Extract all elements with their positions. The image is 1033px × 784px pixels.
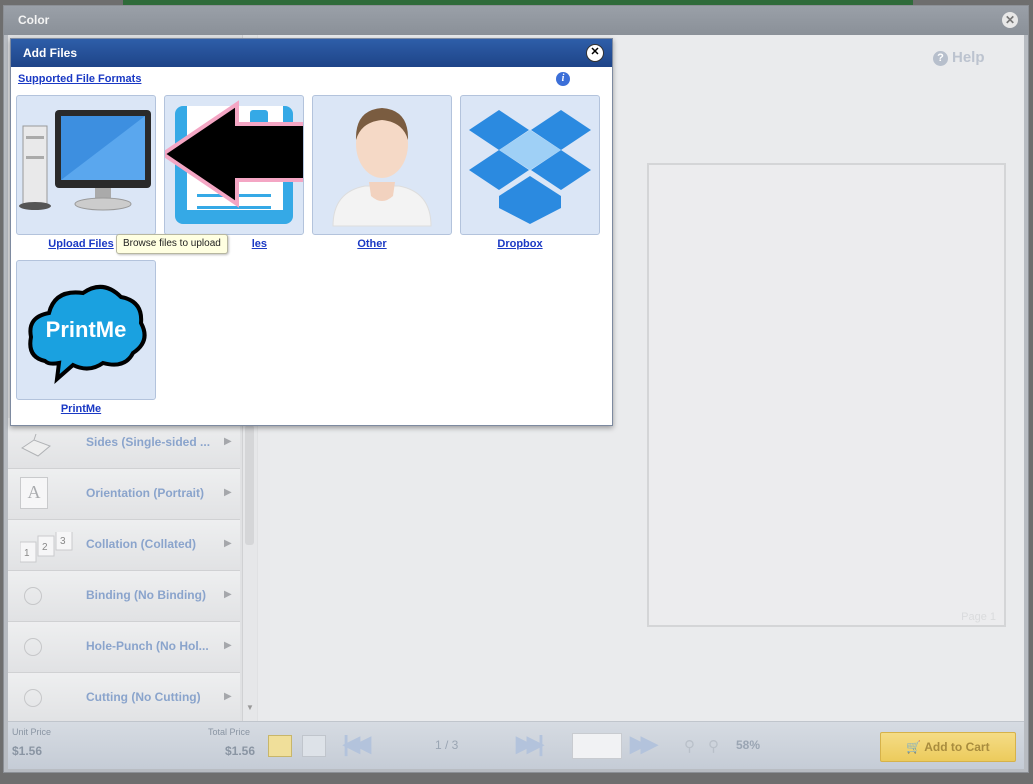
files-tile[interactable] xyxy=(164,95,304,235)
orientation-icon: A xyxy=(20,477,48,509)
option-cutting[interactable]: Cutting (No Cutting) ▶ xyxy=(8,673,240,724)
svg-text:1: 1 xyxy=(24,548,30,559)
document-files-icon xyxy=(165,100,303,224)
upload-tooltip: Browse files to upload xyxy=(116,234,228,254)
page-label: Page 1 xyxy=(961,611,996,623)
printme-label[interactable]: PrintMe xyxy=(11,403,151,415)
svg-text:3: 3 xyxy=(60,536,66,547)
option-orientation[interactable]: A Orientation (Portrait) ▶ xyxy=(8,469,240,520)
window-close-icon[interactable]: ✕ xyxy=(1002,12,1018,28)
question-icon: ? xyxy=(933,51,948,66)
radio-circle-icon xyxy=(20,583,48,611)
option-collation-label: Collation (Collated) xyxy=(86,537,196,551)
option-hole-punch-label: Hole-Punch (No Hol... xyxy=(86,639,209,653)
chevron-right-icon: ▶ xyxy=(224,538,232,549)
info-icon[interactable]: i xyxy=(556,72,570,86)
option-sides-label: Sides (Single-sided ... xyxy=(86,435,211,449)
add-to-cart-label: Add to Cart xyxy=(924,740,990,754)
option-collation[interactable]: 1 2 3 Collation (Collated) ▶ xyxy=(8,520,240,571)
dropbox-label[interactable]: Dropbox xyxy=(450,238,590,250)
last-page-icon[interactable]: ▶▶| xyxy=(516,731,544,757)
other-label[interactable]: Other xyxy=(302,238,442,250)
dropbox-icon xyxy=(469,110,591,224)
total-price: $1.56 xyxy=(225,744,256,758)
option-binding-label: Binding (No Binding) xyxy=(86,588,206,602)
upload-files-tile[interactable] xyxy=(16,95,156,235)
dialog-title: Add Files xyxy=(23,46,78,60)
scroll-down-icon[interactable]: ▼ xyxy=(246,703,254,712)
radio-circle-icon xyxy=(20,634,48,662)
option-orientation-label: Orientation (Portrait) xyxy=(86,486,205,500)
svg-text:PrintMe: PrintMe xyxy=(46,317,127,342)
page-number-input[interactable] xyxy=(572,733,622,759)
window-titlebar: Color ✕ xyxy=(4,6,1028,35)
other-tile[interactable] xyxy=(312,95,452,235)
grid-view-button[interactable] xyxy=(302,735,326,757)
footer-bar: Unit Price $1.56 Total Price $1.56 |◀◀ 1… xyxy=(8,721,1024,769)
scrollbar-thumb[interactable] xyxy=(245,425,254,545)
chevron-right-icon: ▶ xyxy=(224,487,232,498)
option-binding[interactable]: Binding (No Binding) ▶ xyxy=(8,571,240,622)
printme-tile[interactable]: PrintMe xyxy=(16,260,156,400)
collation-icon: 1 2 3 xyxy=(19,529,73,563)
zoom-in-icon[interactable]: ⚲ xyxy=(684,737,695,755)
window-title: Color xyxy=(18,13,50,27)
sides-icon xyxy=(20,430,51,458)
chevron-right-icon: ▶ xyxy=(224,640,232,651)
zoom-out-icon[interactable]: ⚲ xyxy=(708,737,719,755)
dialog-close-icon[interactable]: ✕ xyxy=(586,44,604,62)
supported-formats-link[interactable]: Supported File Formats xyxy=(18,73,141,85)
page-preview: Page 1 xyxy=(647,163,1006,627)
page-count: 1 / 3 xyxy=(435,738,459,752)
single-page-view-button[interactable] xyxy=(268,735,292,757)
first-page-icon[interactable]: |◀◀ xyxy=(343,731,371,757)
dropbox-tile[interactable] xyxy=(460,95,600,235)
unit-price-label: Unit Price xyxy=(12,727,52,737)
total-price-label: Total Price xyxy=(208,727,251,737)
go-page-icon[interactable]: ▶▶ xyxy=(630,731,658,757)
option-hole-punch[interactable]: Hole-Punch (No Hol... ▶ xyxy=(8,622,240,673)
chevron-right-icon: ▶ xyxy=(224,691,232,702)
help-label: Help xyxy=(952,49,985,66)
chevron-right-icon: ▶ xyxy=(224,436,232,447)
printme-cloud-icon: PrintMe xyxy=(28,285,147,384)
add-files-dialog: Add Files ✕ Supported File Formats i Upl… xyxy=(10,38,613,426)
add-to-cart-button[interactable]: 🛒 Add to Cart xyxy=(880,732,1016,762)
computer-monitor-icon xyxy=(19,110,151,211)
dialog-titlebar: Add Files ✕ xyxy=(11,39,612,67)
radio-circle-icon xyxy=(20,685,48,713)
svg-text:2: 2 xyxy=(42,542,48,553)
user-avatar-icon xyxy=(332,108,432,227)
chevron-right-icon: ▶ xyxy=(224,589,232,600)
unit-price: $1.56 xyxy=(12,744,43,758)
cart-icon: 🛒 xyxy=(906,740,922,754)
zoom-level: 58% xyxy=(736,738,761,752)
option-cutting-label: Cutting (No Cutting) xyxy=(86,690,201,704)
help-button[interactable]: ? Help xyxy=(933,49,985,66)
